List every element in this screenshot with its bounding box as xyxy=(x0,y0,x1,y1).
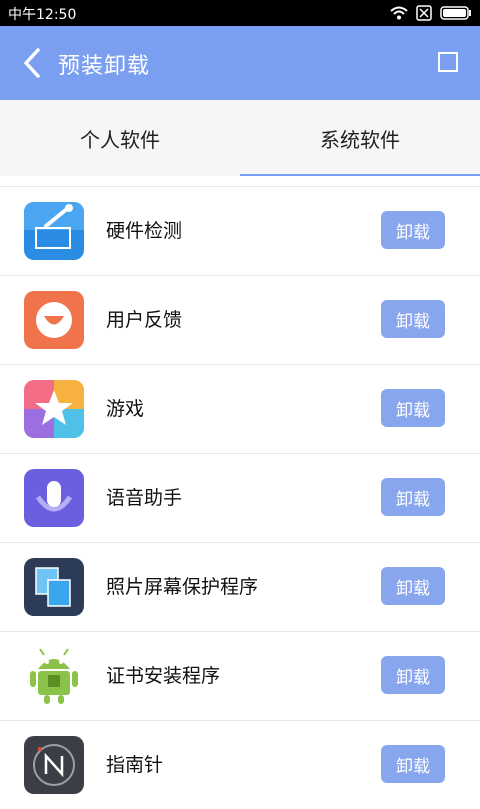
app-list: 硬件检测 卸载 用户反馈 卸载 游戏 卸载 语音助手 卸载 照片屏幕保护程序 卸… xyxy=(0,186,480,809)
uninstall-button[interactable]: 卸载 xyxy=(381,211,445,249)
wifi-icon xyxy=(390,6,408,20)
list-item: 硬件检测 卸载 xyxy=(0,186,480,275)
tab-bar: 个人软件 系统软件 xyxy=(0,100,480,176)
app-name: 证书安装程序 xyxy=(106,665,221,687)
back-arrow-icon[interactable] xyxy=(18,46,46,80)
android-certificate-icon xyxy=(24,647,84,705)
status-bar: 中午12:50 xyxy=(0,0,480,26)
game-star-icon xyxy=(24,380,84,438)
uninstall-button[interactable]: 卸载 xyxy=(381,567,445,605)
uninstall-button[interactable]: 卸载 xyxy=(381,389,445,427)
tab-system-software[interactable]: 系统软件 xyxy=(240,100,480,176)
hardware-test-icon xyxy=(24,202,84,260)
uninstall-button[interactable]: 卸载 xyxy=(381,745,445,783)
list-item: 指南针 卸载 xyxy=(0,720,480,809)
list-item: 用户反馈 卸载 xyxy=(0,275,480,364)
photo-screensaver-icon xyxy=(24,558,84,616)
battery-icon xyxy=(440,6,471,20)
no-sim-icon xyxy=(416,5,432,21)
uninstall-button[interactable]: 卸载 xyxy=(381,300,445,338)
tab-personal-software[interactable]: 个人软件 xyxy=(0,100,240,176)
uninstall-button[interactable]: 卸载 xyxy=(381,656,445,694)
tab-selected-indicator xyxy=(240,174,480,176)
app-name: 硬件检测 xyxy=(106,220,183,242)
compass-icon xyxy=(24,736,84,794)
status-time: 中午12:50 xyxy=(8,7,77,23)
list-item: 语音助手 卸载 xyxy=(0,453,480,542)
app-name: 语音助手 xyxy=(106,487,183,509)
app-name: 照片屏幕保护程序 xyxy=(106,576,259,598)
feedback-smile-icon xyxy=(24,291,84,349)
app-name: 游戏 xyxy=(106,398,145,420)
list-item: 游戏 卸载 xyxy=(0,364,480,453)
app-bar: 预装卸载 xyxy=(0,26,480,100)
app-name: 用户反馈 xyxy=(106,309,183,331)
select-all-checkbox[interactable] xyxy=(438,52,458,72)
voice-assistant-icon xyxy=(24,469,84,527)
list-item: 照片屏幕保护程序 卸载 xyxy=(0,542,480,631)
uninstall-button[interactable]: 卸载 xyxy=(381,478,445,516)
page-title: 预装卸载 xyxy=(58,54,151,79)
app-name: 指南针 xyxy=(106,754,164,776)
list-item: 证书安装程序 卸载 xyxy=(0,631,480,720)
